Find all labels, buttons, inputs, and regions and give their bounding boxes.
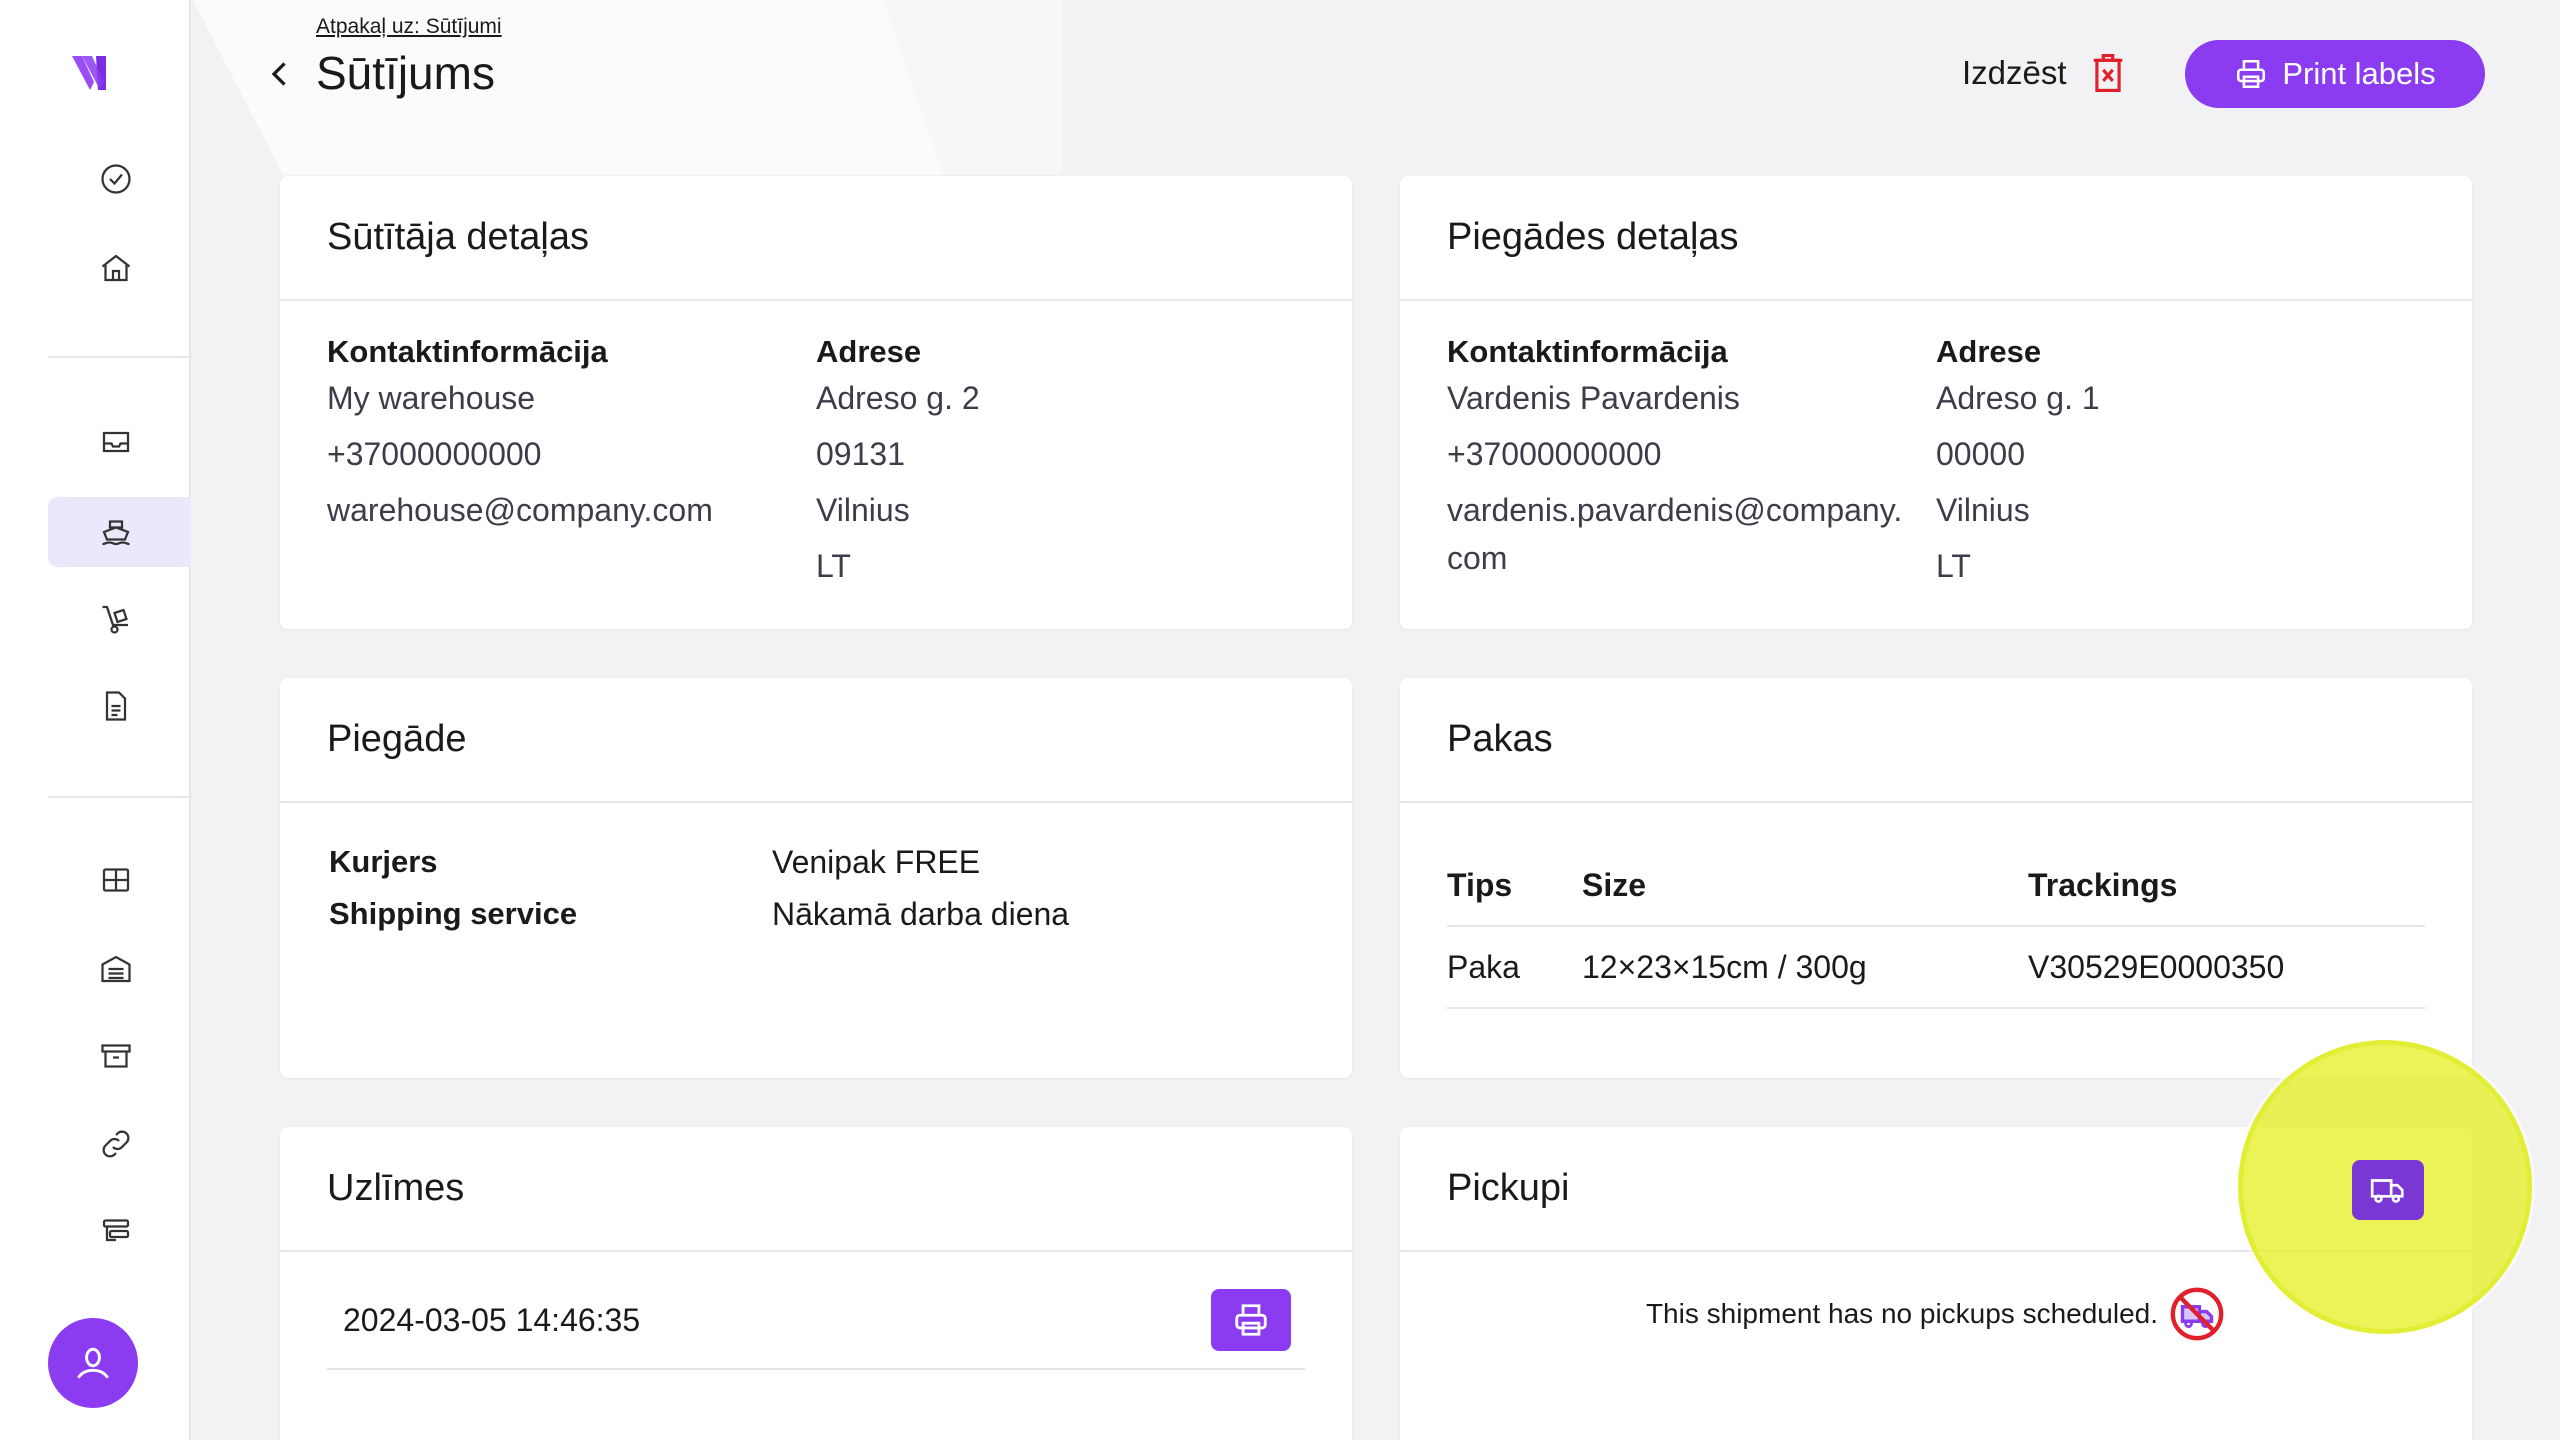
sidebar-item-dashboard[interactable] (48, 845, 191, 915)
page-title: Sūtījums (316, 47, 495, 99)
package-type: Paka (1447, 948, 1520, 985)
user-icon (77, 1347, 109, 1379)
card-header: Piegāde (280, 678, 1352, 803)
card-title: Uzlīmes (327, 1167, 465, 1209)
sidebar-item-archive[interactable] (48, 1021, 191, 1091)
delete-button[interactable]: Izdzēst (1962, 48, 2127, 98)
sender-postcode: 09131 (816, 436, 905, 472)
delivery-values: Venipak FREE Nākamā darba diena (772, 836, 1069, 940)
chevron-left-icon[interactable] (262, 56, 298, 92)
recipient-email-line2: com (1447, 540, 1508, 576)
sender-street: Adreso g. 2 (816, 380, 980, 416)
integrations-icon (102, 1219, 130, 1242)
sender-email: warehouse@company.com (327, 492, 713, 528)
card-title: Piegāde (327, 718, 467, 760)
packages-table: Tips Size Trackings Paka 12×23×15cm / 30… (1447, 845, 2425, 1009)
no-truck-icon (2170, 1287, 2224, 1341)
sidebar-item-warehouse[interactable] (48, 934, 191, 1004)
schedule-pickup-button[interactable] (2352, 1160, 2424, 1220)
sidebar-item-inbox[interactable] (48, 407, 191, 477)
recipient-country: LT (1936, 548, 1971, 584)
logo[interactable] (70, 52, 114, 92)
card-title: Pakas (1447, 718, 1553, 760)
card-title: Piegādes detaļas (1447, 216, 1739, 258)
sender-address-column: Adrese Adreso g. 2 09131 Vilnius LT (816, 334, 980, 594)
sidebar-item-tasks[interactable] (48, 144, 191, 214)
service-value: Nākamā darba diena (772, 896, 1070, 932)
card-header: Uzlīmes (280, 1127, 1352, 1252)
card-title: Pickupi (1447, 1167, 1570, 1209)
inbox-icon (102, 431, 130, 453)
card-header: Sūtītāja detaļas (280, 176, 1352, 301)
warehouse-icon (101, 955, 131, 983)
archive-icon (101, 1044, 131, 1068)
empty-state-text: This shipment has no pickups scheduled. (1645, 1298, 2159, 1329)
address-heading: Adrese (816, 334, 922, 369)
hand-truck-icon (102, 605, 128, 634)
document-icon (105, 691, 127, 721)
column-header-size: Size (1582, 866, 1647, 903)
sender-country: LT (816, 548, 851, 584)
delete-label: Izdzēst (1962, 54, 2067, 91)
sidebar-item-links[interactable] (48, 1109, 191, 1179)
label-date: 2024-03-05 14:46:35 (343, 1301, 641, 1338)
printer-icon (1235, 1304, 1267, 1336)
recipient-contact-column: Kontaktinformācija Vardenis Pavardenis +… (1447, 334, 1902, 582)
recipient-phone: +37000000000 (1447, 436, 1662, 472)
recipient-address-column: Adrese Adreso g. 1 00000 Vilnius LT (1936, 334, 2100, 594)
sender-phone: +37000000000 (327, 436, 542, 472)
truck-icon (2370, 1179, 2404, 1203)
grid-icon (102, 868, 130, 892)
delivery-card: Piegāde Kurjers Shipping service Venipak… (280, 678, 1352, 1078)
sidebar-item-documents[interactable] (48, 671, 191, 741)
card-header: Piegādes detaļas (1400, 176, 2472, 301)
recipient-email: vardenis.pavardenis@company. com (1447, 486, 1902, 582)
trash-icon (2093, 54, 2122, 92)
package-size: 12×23×15cm / 300g (1582, 948, 1867, 985)
contact-heading: Kontaktinformācija (327, 334, 608, 369)
print-labels-label: Print labels (2282, 56, 2436, 91)
printer-icon (2237, 59, 2266, 89)
labels-card: Uzlīmes 2024-03-05 14:46:35 (280, 1127, 1352, 1440)
service-label: Shipping service (329, 896, 578, 931)
recipient-postcode: 00000 (1936, 436, 2025, 472)
contact-heading: Kontaktinformācija (1447, 334, 1728, 369)
check-circle-icon (101, 164, 131, 194)
courier-label: Kurjers (329, 844, 438, 879)
recipient-email-line1: vardenis.pavardenis@company. (1447, 492, 1903, 528)
delivery-labels: Kurjers Shipping service (329, 836, 577, 940)
sender-contact-column: Kontaktinformācija My warehouse +3700000… (327, 334, 713, 538)
table-row: Paka 12×23×15cm / 300g V30529E0000350 (1447, 927, 2425, 1009)
column-header-trackings: Trackings (2028, 866, 2178, 903)
packages-card: Pakas Tips Size Trackings Paka 12×23×15c… (1400, 678, 2472, 1078)
print-labels-button[interactable]: Print labels (2185, 40, 2485, 108)
sidebar-item-shipments[interactable] (48, 497, 191, 567)
courier-value: Venipak FREE (772, 844, 981, 880)
header-backdrop-2 (193, 0, 943, 175)
sidebar (0, 0, 191, 1440)
list-item: 2024-03-05 14:46:35 (327, 1272, 1305, 1370)
card-title: Sūtītāja detaļas (327, 216, 589, 258)
delivery-details-card: Piegādes detaļas Kontaktinformācija Vard… (1400, 176, 2472, 629)
recipient-name: Vardenis Pavardenis (1447, 380, 1740, 416)
sidebar-item-integrations[interactable] (48, 1196, 191, 1266)
recipient-city: Vilnius (1936, 492, 2030, 528)
breadcrumb[interactable]: Atpakaļ uz: Sūtījumi (316, 15, 502, 39)
column-header-type: Tips (1447, 866, 1513, 903)
sender-city: Vilnius (816, 492, 910, 528)
sidebar-item-home[interactable] (48, 233, 191, 303)
address-heading: Adrese (1936, 334, 2042, 369)
package-tracking[interactable]: V30529E0000350 (2028, 949, 2425, 986)
sender-details-card: Sūtītāja detaļas Kontaktinformācija My w… (280, 176, 1352, 629)
table-header-row: Tips Size Trackings (1447, 845, 2425, 927)
user-avatar[interactable] (48, 1318, 138, 1408)
recipient-street: Adreso g. 1 (1936, 380, 2100, 416)
ship-icon (102, 520, 130, 546)
card-header: Pakas (1400, 678, 2472, 803)
home-icon (101, 254, 131, 282)
link-icon (102, 1130, 130, 1158)
sender-name: My warehouse (327, 380, 536, 416)
print-label-button[interactable] (1211, 1289, 1291, 1351)
sidebar-item-logistics[interactable] (48, 584, 191, 654)
